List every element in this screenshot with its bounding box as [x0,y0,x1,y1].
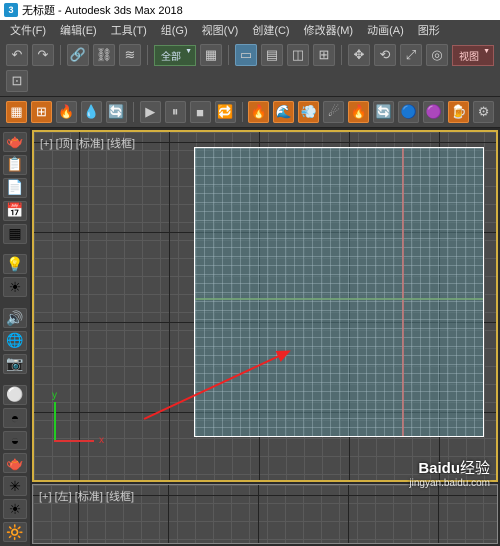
render-preview-button[interactable]: 🟣 [423,101,444,123]
settings-gear-button[interactable]: ⚙ [473,101,494,123]
globe-button[interactable]: 🌐 [3,331,27,351]
fire-effect-button[interactable]: 🔥 [56,101,77,123]
pause-button[interactable]: ⏸ [165,101,186,123]
select-by-name-button[interactable]: ▤ [261,44,283,66]
view-label: 视图 [459,52,479,63]
selection-scope-dropdown[interactable]: 全部 [154,45,196,66]
sphere-button[interactable]: ⚪ [3,385,27,405]
plane-axis-horizontal [195,298,483,300]
placement-button[interactable]: ◎ [426,44,448,66]
schedule-button[interactable]: 📅 [3,201,27,221]
select-object-button[interactable]: ▭ [235,44,257,66]
plane-axis-vertical [402,148,404,436]
window-crossing-button[interactable]: ⊞ [313,44,335,66]
dome-button[interactable]: ◒ [3,431,27,451]
particle-button[interactable]: ☄ [323,101,344,123]
viewport-top[interactable]: [+] [顶] [标准] [线框] [32,130,498,482]
watermark-url: jingyan.baidu.com [409,478,490,490]
watermark-brand: Baidu [418,460,460,477]
teapot-primitive-button[interactable]: 🫖 [3,132,27,152]
separator [133,102,134,122]
teapot-alt-button[interactable]: 🫖 [3,453,27,473]
smoke-sim-button[interactable]: 💨 [298,101,319,123]
viewport-top-label[interactable]: [+] [顶] [标准] [线框] [40,135,135,151]
workspace-button[interactable]: ▦ [6,101,27,123]
brightness-button[interactable]: 🔆 [3,522,27,542]
main-toolbar: ↶ ↷ 🔗 ⛓ ≋ 全部 ▦ ▭ ▤ ◫ ⊞ ✥ ⟲ ⤢ ◎ 视图 ⊡ [0,40,500,97]
snap-grid-button[interactable]: ⊞ [31,101,52,123]
menu-create[interactable]: 创建(C) [248,20,293,40]
viewport-left[interactable]: [+] [左] [标准] [线框] [32,484,498,544]
menu-bar: 文件(F) 编辑(E) 工具(T) 组(G) 视图(V) 创建(C) 修改器(M… [0,20,500,40]
separator [242,102,243,122]
redo-button[interactable]: ↷ [32,44,54,66]
rotate-button[interactable]: ⟲ [374,44,396,66]
app-icon: 3 [4,3,18,17]
sphere-preview-button[interactable]: 🔵 [398,101,419,123]
separator [60,45,61,65]
loop-button[interactable]: 🔁 [215,101,236,123]
light-bulb-button[interactable]: 💡 [3,254,27,274]
watermark: Baidu经验 jingyan.baidu.com [409,460,490,490]
title-bar: 3 无标题 - Autodesk 3ds Max 2018 [0,0,500,20]
menu-group[interactable]: 组(G) [157,20,192,40]
menu-tools[interactable]: 工具(T) [107,20,151,40]
watermark-ext: 经验 [460,460,490,477]
bind-space-warp-button[interactable]: ≋ [119,44,141,66]
notes-button[interactable]: 📄 [3,178,27,198]
stop-button[interactable]: ■ [190,101,211,123]
hemisphere-button[interactable]: ◓ [3,408,27,428]
secondary-toolbar: ▦ ⊞ 🔥 💧 🔄 ▶ ⏸ ■ 🔁 🔥 🌊 💨 ☄ 🔥 🔄 🔵 🟣 🍺 ⚙ [0,97,500,128]
gizmo-y-axis [54,402,56,442]
axis-gizmo [54,396,100,442]
gizmo-x-axis [54,440,94,442]
play-button[interactable]: ▶ [140,101,161,123]
menu-file[interactable]: 文件(F) [6,20,50,40]
flame-preset-button[interactable]: 🔥 [348,101,369,123]
viewport-left-label[interactable]: [+] [左] [标准] [线框] [39,488,134,504]
refresh-button[interactable]: 🔄 [373,101,394,123]
link-button[interactable]: 🔗 [67,44,89,66]
cycle-button[interactable]: 🔄 [106,101,127,123]
fluid-sim-button[interactable]: 🌊 [273,101,294,123]
speaker-button[interactable]: 🔊 [3,308,27,328]
grid-toggle-button[interactable]: ▦ [3,224,27,244]
reference-coord-dropdown[interactable]: 视图 [452,45,494,66]
separator [228,45,229,65]
pivot-button[interactable]: ⊡ [6,70,28,92]
camera-button[interactable]: 📷 [3,354,27,374]
selected-plane-object[interactable] [194,147,484,437]
omni-light-button[interactable]: ☀ [3,277,27,297]
menu-animation[interactable]: 动画(A) [363,20,408,40]
fire-sim-button[interactable]: 🔥 [248,101,269,123]
sun-button[interactable]: ☀ [3,499,27,519]
menu-view[interactable]: 视图(V) [198,20,243,40]
scale-button[interactable]: ⤢ [400,44,422,66]
star-button[interactable]: ✳ [3,476,27,496]
unlink-button[interactable]: ⛓ [93,44,115,66]
filter-button[interactable]: ▦ [200,44,222,66]
undo-button[interactable]: ↶ [6,44,28,66]
separator [341,45,342,65]
menu-edit[interactable]: 编辑(E) [56,20,101,40]
menu-modifiers[interactable]: 修改器(M) [300,20,358,40]
water-effect-button[interactable]: 💧 [81,101,102,123]
move-button[interactable]: ✥ [348,44,370,66]
liquid-preset-button[interactable]: 🍺 [448,101,469,123]
separator [147,45,148,65]
watermark-main: Baidu经验 [409,460,490,478]
left-tool-palette: 🫖 📋 📄 📅 ▦ 💡 ☀ 🔊 🌐 📷 ⚪ ◓ ◒ 🫖 ✳ ☀ 🔆 [0,128,30,546]
menu-graph[interactable]: 图形 [414,20,444,40]
select-region-button[interactable]: ◫ [287,44,309,66]
window-title: 无标题 - Autodesk 3ds Max 2018 [22,2,183,18]
list-panel-button[interactable]: 📋 [3,155,27,175]
scope-label: 全部 [161,52,181,63]
